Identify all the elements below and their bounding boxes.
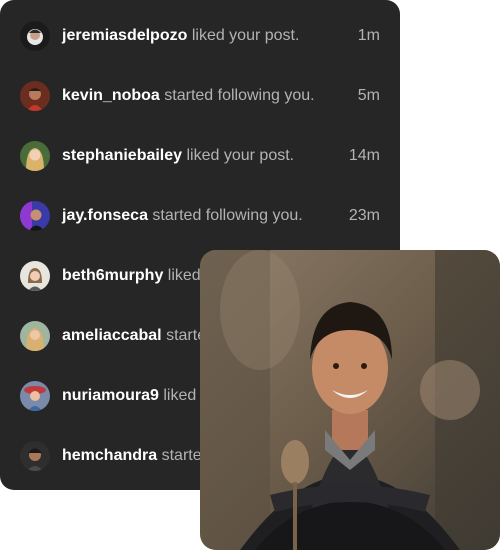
notification-item[interactable]: jeremiasdelpozo liked your post. 1m bbox=[0, 6, 400, 66]
notification-text: jeremiasdelpozo liked your post. bbox=[62, 27, 299, 45]
username[interactable]: ameliaccabal bbox=[62, 327, 162, 344]
avatar[interactable] bbox=[20, 321, 50, 351]
username[interactable]: jeremiasdelpozo bbox=[62, 27, 187, 44]
timestamp: 14m bbox=[348, 147, 380, 164]
avatar[interactable] bbox=[20, 381, 50, 411]
action-text: started following you. bbox=[164, 87, 315, 104]
avatar[interactable] bbox=[20, 141, 50, 171]
timestamp: 23m bbox=[348, 207, 380, 224]
avatar[interactable] bbox=[20, 441, 50, 471]
avatar[interactable] bbox=[20, 21, 50, 51]
notification-item[interactable]: jay.fonseca started following you. 23m bbox=[0, 186, 400, 246]
username[interactable]: kevin_noboa bbox=[62, 87, 160, 104]
username[interactable]: hemchandra bbox=[62, 447, 157, 464]
notification-text: kevin_noboa started following you. bbox=[62, 87, 315, 105]
action-text: liked your post. bbox=[191, 27, 300, 44]
avatar[interactable] bbox=[20, 261, 50, 291]
timestamp: 5m bbox=[357, 87, 380, 104]
notification-text: stephaniebailey liked your post. bbox=[62, 147, 294, 165]
username[interactable]: stephaniebailey bbox=[62, 147, 182, 164]
action-text: liked your post. bbox=[186, 147, 295, 164]
avatar[interactable] bbox=[20, 81, 50, 111]
username[interactable]: nuriamoura9 bbox=[62, 387, 159, 404]
profile-photo bbox=[200, 250, 500, 550]
notification-text: jay.fonseca started following you. bbox=[62, 207, 303, 225]
notification-item[interactable]: stephaniebailey liked your post. 14m bbox=[0, 126, 400, 186]
username[interactable]: beth6murphy bbox=[62, 267, 163, 284]
username[interactable]: jay.fonseca bbox=[62, 207, 148, 224]
notification-item[interactable]: kevin_noboa started following you. 5m bbox=[0, 66, 400, 126]
avatar[interactable] bbox=[20, 201, 50, 231]
timestamp: 1m bbox=[357, 27, 380, 44]
action-text: started following you. bbox=[152, 207, 303, 224]
